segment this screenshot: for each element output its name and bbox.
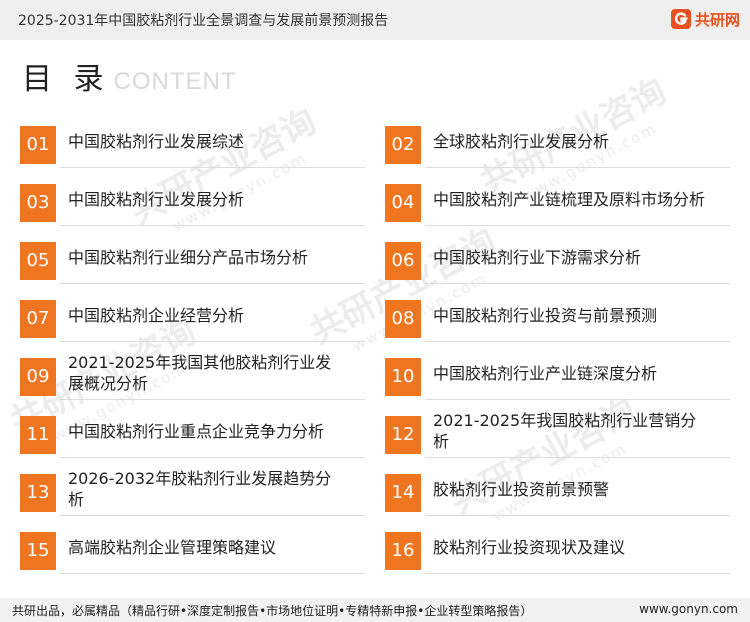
footer-slogan: 共研出品，必属精品（精品行研•深度定制报告•市场地位证明•专精特新申报•企业转型… [12, 604, 533, 618]
divider [425, 573, 730, 574]
toc-item-number: 01 [20, 126, 56, 164]
divider [425, 457, 730, 458]
divider [425, 225, 730, 226]
toc-item-label: 中国胶粘剂行业投资与前景预测 [433, 305, 658, 325]
toc-item[interactable]: 03 中国胶粘剂行业发展分析 [20, 180, 365, 226]
toc-item[interactable]: 15 高端胶粘剂企业管理策略建议 [20, 528, 365, 574]
report-title: 2025-2031年中国胶粘剂行业全景调查与发展前景预测报告 [18, 13, 389, 29]
divider [425, 283, 730, 284]
toc-item-label: 全球胶粘剂行业发展分析 [433, 131, 610, 151]
toc-item-number: 11 [20, 416, 56, 454]
toc-item-label: 中国胶粘剂行业细分产品市场分析 [68, 247, 309, 267]
gonyn-logo-icon [670, 9, 691, 29]
toc-item-label: 2021-2025年我国其他胶粘剂行业发展概况分析 [68, 353, 332, 393]
brand-name: 共研网 [694, 10, 740, 29]
divider [60, 457, 365, 458]
toc-item[interactable]: 04 中国胶粘剂产业链梳理及原料市场分析 [385, 180, 730, 226]
toc-item-label: 胶粘剂行业投资现状及建议 [433, 537, 626, 557]
footer-url[interactable]: www.gonyn.com [639, 602, 738, 616]
toc-item-label: 中国胶粘剂行业发展综述 [68, 131, 245, 151]
toc-item[interactable]: 16 胶粘剂行业投资现状及建议 [385, 528, 730, 574]
divider [60, 225, 365, 226]
toc-item[interactable]: 12 2021-2025年我国胶粘剂行业营销分析 [385, 411, 730, 458]
header-bar: 2025-2031年中国胶粘剂行业全景调查与发展前景预测报告 共研网 [0, 0, 750, 40]
toc-item-number: 09 [20, 358, 56, 396]
divider [425, 399, 730, 400]
divider [60, 573, 365, 574]
toc-item[interactable]: 09 2021-2025年我国其他胶粘剂行业发展概况分析 [20, 353, 365, 400]
toc-item-number: 12 [385, 416, 421, 454]
toc-item[interactable]: 11 中国胶粘剂行业重点企业竞争力分析 [20, 412, 365, 458]
brand[interactable]: 共研网 [670, 8, 740, 30]
toc-item[interactable]: 02 全球胶粘剂行业发展分析 [385, 122, 730, 168]
toc-item[interactable]: 05 中国胶粘剂行业细分产品市场分析 [20, 238, 365, 284]
toc-item-label: 2021-2025年我国胶粘剂行业营销分析 [433, 411, 697, 451]
toc-item[interactable]: 06 中国胶粘剂行业下游需求分析 [385, 238, 730, 284]
toc-item[interactable]: 08 中国胶粘剂行业投资与前景预测 [385, 296, 730, 342]
toc-item-number: 06 [385, 242, 421, 280]
toc-item-number: 03 [20, 184, 56, 222]
toc-item-number: 05 [20, 242, 56, 280]
toc-item[interactable]: 10 中国胶粘剂行业产业链深度分析 [385, 354, 730, 400]
toc-subtitle: CONTENT [113, 68, 237, 95]
toc-item[interactable]: 13 2026-2032年胶粘剂行业发展趋势分析 [20, 469, 365, 516]
toc-item-number: 07 [20, 300, 56, 338]
divider [60, 167, 365, 168]
toc-item-number: 15 [20, 532, 56, 570]
divider [60, 283, 365, 284]
divider [60, 341, 365, 342]
toc-item[interactable]: 01 中国胶粘剂行业发展综述 [20, 122, 365, 168]
divider [425, 341, 730, 342]
divider [425, 515, 730, 516]
footer-bar: 共研出品，必属精品（精品行研•深度定制报告•市场地位证明•专精特新申报•企业转型… [0, 598, 750, 622]
toc-item-label: 中国胶粘剂行业重点企业竞争力分析 [68, 421, 325, 441]
divider [60, 515, 365, 516]
toc-item-number: 14 [385, 474, 421, 512]
toc-item-label: 中国胶粘剂行业产业链深度分析 [433, 363, 658, 383]
divider [425, 167, 730, 168]
toc-item-label: 中国胶粘剂行业发展分析 [68, 189, 245, 209]
toc-item-number: 04 [385, 184, 421, 222]
toc-item-label: 胶粘剂行业投资前景预警 [433, 479, 610, 499]
toc-item-number: 08 [385, 300, 421, 338]
toc-item[interactable]: 07 中国胶粘剂企业经营分析 [20, 296, 365, 342]
toc-item-label: 中国胶粘剂企业经营分析 [68, 305, 245, 325]
toc-heading: 目 录 CONTENT [22, 62, 237, 98]
toc-item-label: 2026-2032年胶粘剂行业发展趋势分析 [68, 469, 332, 509]
toc-item-number: 13 [20, 474, 56, 512]
toc-item-number: 16 [385, 532, 421, 570]
toc-title: 目 录 [22, 62, 110, 97]
toc-item-number: 10 [385, 358, 421, 396]
toc-item[interactable]: 14 胶粘剂行业投资前景预警 [385, 470, 730, 516]
toc-item-number: 02 [385, 126, 421, 164]
toc-item-label: 中国胶粘剂产业链梳理及原料市场分析 [433, 189, 706, 209]
divider [60, 399, 365, 400]
toc-item-label: 高端胶粘剂企业管理策略建议 [68, 537, 277, 557]
toc-item-label: 中国胶粘剂行业下游需求分析 [433, 247, 642, 267]
